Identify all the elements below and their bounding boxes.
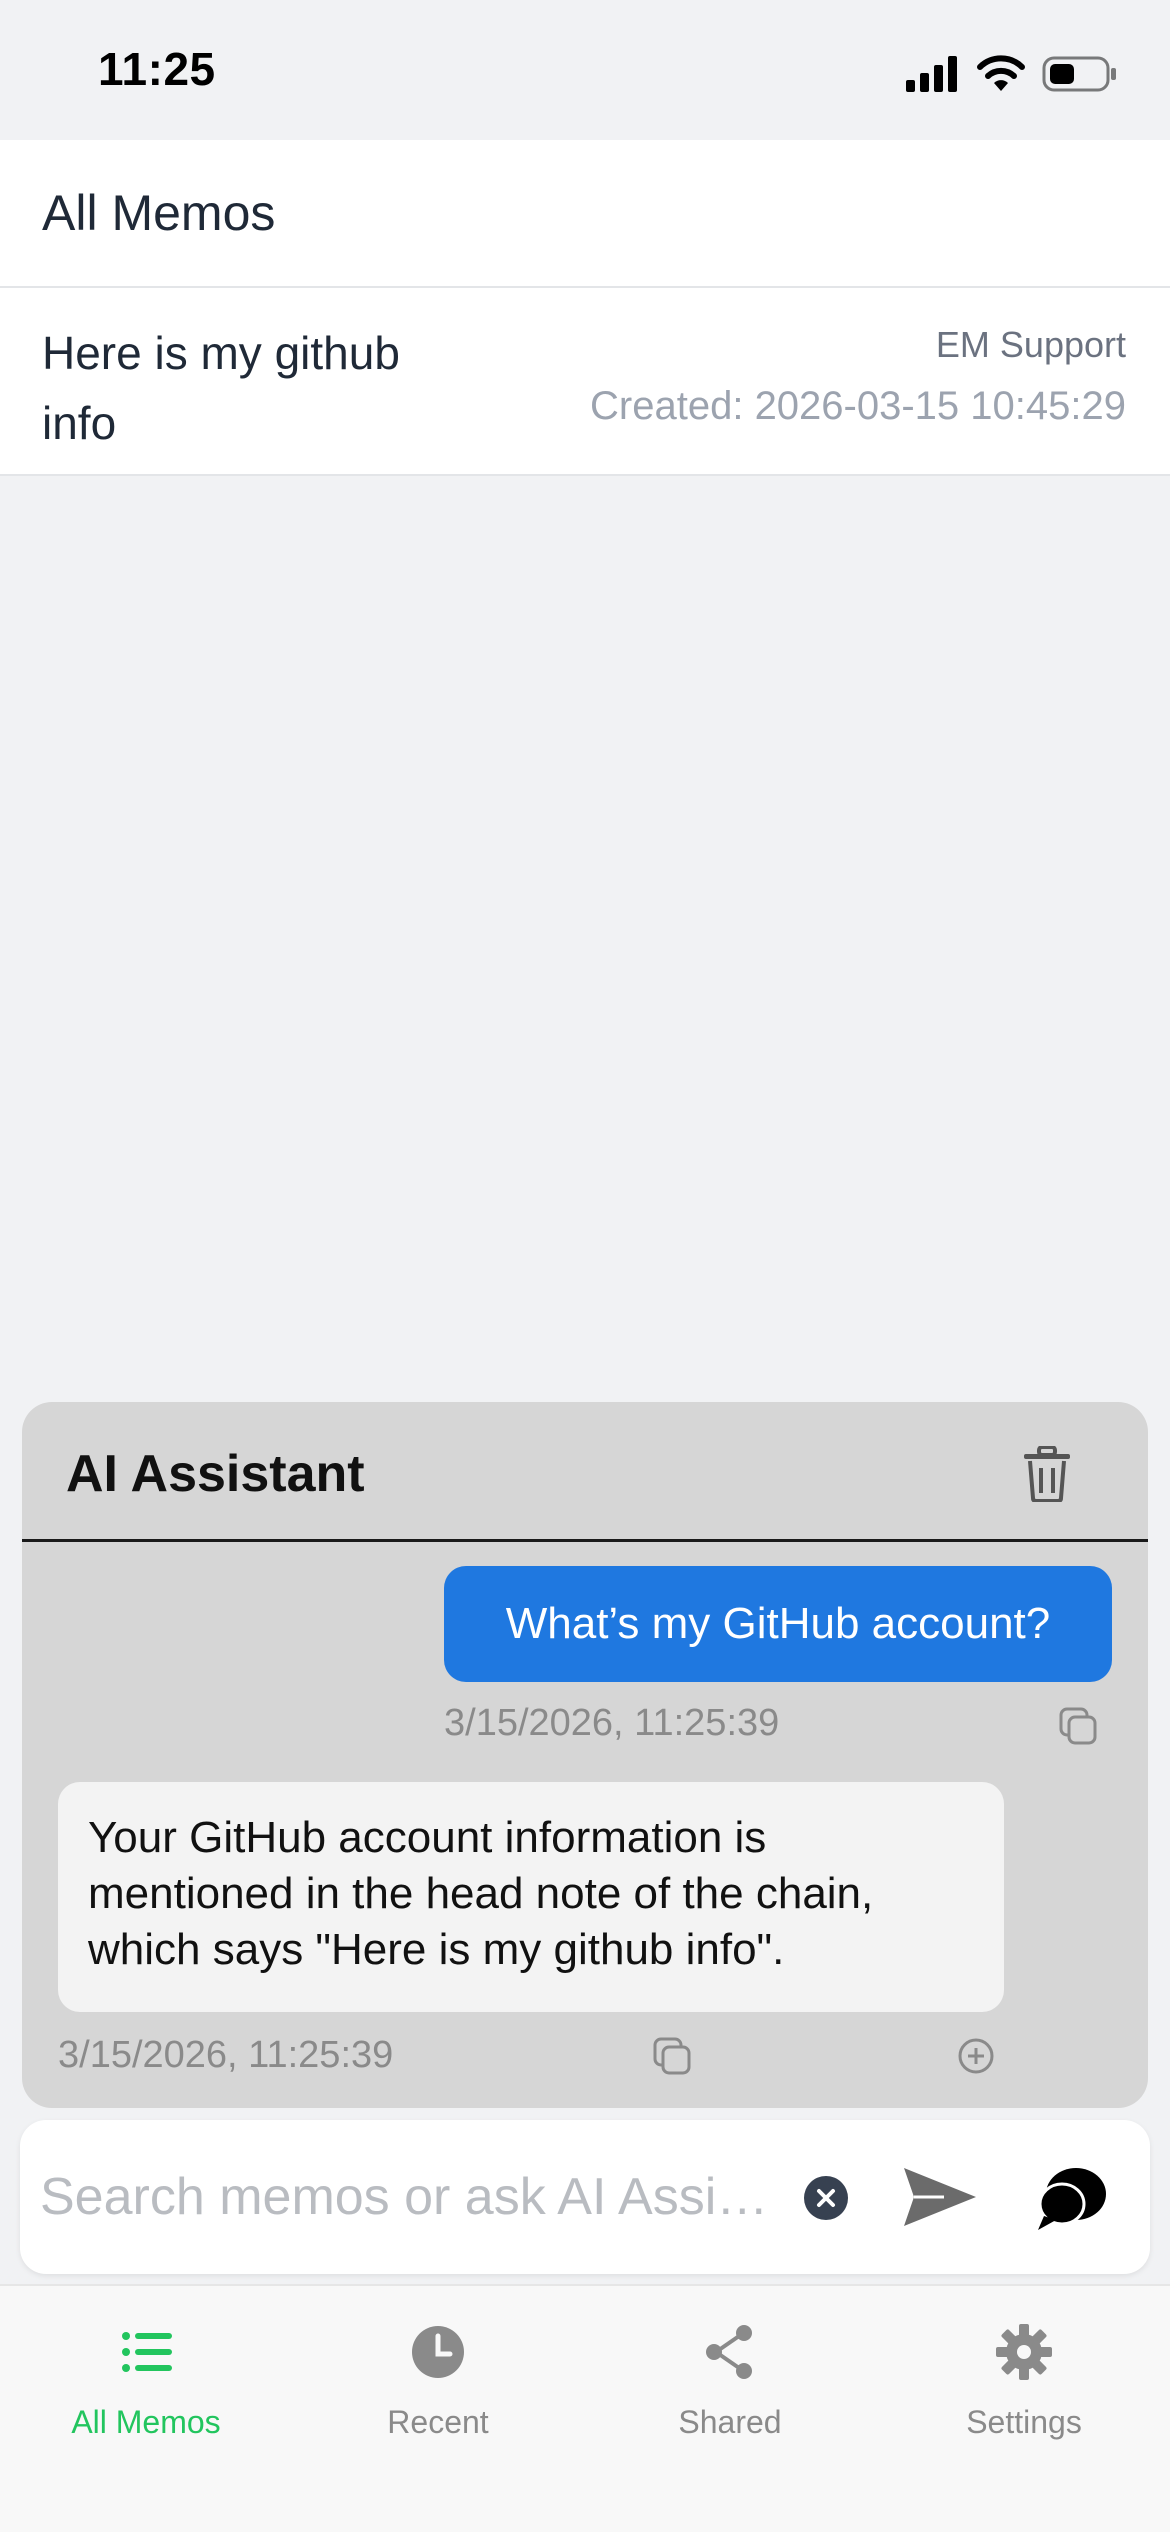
battery-icon [1042, 56, 1116, 92]
copy-icon[interactable] [1058, 1706, 1098, 1746]
status-bar: 11:25 [0, 0, 1170, 140]
assistant-message-bubble: Your GitHub account information is menti… [58, 1782, 1004, 2012]
chat-bubble-icon[interactable] [1032, 2162, 1112, 2234]
memo-title: Here is my github info [42, 327, 400, 449]
tab-settings[interactable]: Settings [924, 2308, 1124, 2440]
tab-label: All Memos [71, 2404, 221, 2440]
list-icon [122, 2332, 172, 2372]
ai-assistant-panel: AI Assistant What’s my GitHub account? 3… [22, 1402, 1148, 2108]
ai-assistant-title: AI Assistant [66, 1445, 365, 1503]
user-message-bubble: What’s my GitHub account? [444, 1566, 1112, 1682]
tab-label: Settings [966, 2404, 1082, 2440]
tab-label: Recent [387, 2404, 489, 2440]
search-input[interactable] [40, 2150, 800, 2244]
clock-icon [412, 2326, 464, 2378]
share-icon [706, 2325, 752, 2379]
memo-tag: EM Support [935, 324, 1126, 365]
trash-icon[interactable] [1022, 1446, 1072, 1502]
clear-icon[interactable] [804, 2176, 848, 2220]
status-icons [906, 52, 1118, 96]
cellular-signal-icon [906, 56, 957, 92]
tab-all-memos[interactable]: All Memos [46, 2308, 246, 2440]
add-circle-icon[interactable] [956, 2036, 996, 2076]
app-screen: 11:25 All Memos Here is my github info E… [0, 0, 1170, 2532]
memo-list-item[interactable]: Here is my github info EM Support Create… [0, 288, 1170, 476]
tab-recent[interactable]: Recent [338, 2308, 538, 2440]
search-bar [20, 2120, 1150, 2274]
tab-label: Shared [678, 2404, 782, 2440]
assistant-message-timestamp: 3/15/2026, 11:25:39 [58, 2034, 394, 2076]
ai-assistant-header: AI Assistant [22, 1402, 1148, 1542]
wifi-icon [977, 55, 1025, 91]
page-title: All Memos [42, 185, 276, 241]
copy-icon[interactable] [652, 2036, 692, 2076]
user-message-timestamp: 3/15/2026, 11:25:39 [444, 1702, 780, 1744]
gear-icon [996, 2324, 1052, 2380]
send-icon[interactable] [900, 2164, 980, 2230]
memos-header: All Memos [0, 140, 1170, 288]
status-time: 11:25 [98, 43, 216, 95]
tab-shared[interactable]: Shared [630, 2308, 830, 2440]
tab-bar: All Memos Recent Shared Settings [0, 2284, 1170, 2532]
memo-created-date: Created: 2026-03-15 10:45:29 [590, 384, 1126, 428]
